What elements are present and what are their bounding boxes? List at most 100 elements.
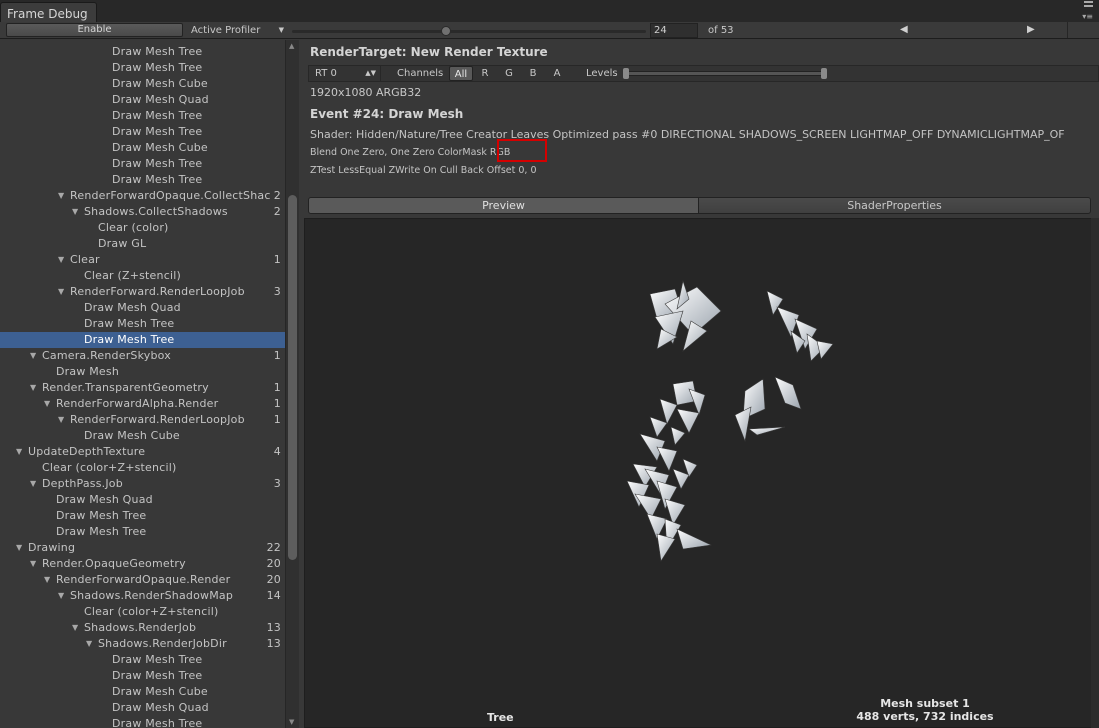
event-title: Event #24: Draw Mesh xyxy=(310,107,464,121)
expand-triangle-down-icon[interactable]: ▼ xyxy=(58,188,64,204)
tab-shader-properties[interactable]: ShaderProperties xyxy=(699,197,1091,214)
expand-triangle-down-icon[interactable]: ▼ xyxy=(30,476,36,492)
expand-triangle-down-icon[interactable]: ▼ xyxy=(30,348,36,364)
tree-row[interactable]: Draw Mesh Quad xyxy=(0,92,285,108)
next-event-button[interactable]: ▶ xyxy=(1027,22,1099,38)
tree-row[interactable]: Draw Mesh Tree xyxy=(0,652,285,668)
window-options-icon[interactable]: ▾≡ xyxy=(1082,12,1093,21)
tab-preview[interactable]: Preview xyxy=(308,197,699,214)
window-menu-icon[interactable] xyxy=(1081,1,1093,11)
tree-row[interactable]: Draw Mesh Tree xyxy=(0,60,285,76)
tab-frame-debug[interactable]: Frame Debug xyxy=(0,2,97,22)
tree-row-selected[interactable]: Draw Mesh Tree xyxy=(0,332,285,348)
tree-row[interactable]: Clear (color+Z+stencil) xyxy=(0,604,285,620)
tree-row[interactable]: Draw Mesh Cube xyxy=(0,428,285,444)
tree-row-label: Draw Mesh Quad xyxy=(84,301,181,314)
tree-row[interactable]: Draw Mesh Tree xyxy=(0,524,285,540)
event-slider-thumb[interactable] xyxy=(441,26,451,36)
expand-triangle-down-icon[interactable]: ▼ xyxy=(72,204,78,220)
render-target-toolbar: RT 0 ▲▼ Channels All R G B A Levels xyxy=(308,65,1099,82)
chevron-down-icon: ▼ xyxy=(278,26,284,34)
tree-row[interactable]: ▼ RenderForwardAlpha.Render 1 xyxy=(0,396,285,412)
tree-scrollbar[interactable]: ▲ ▼ xyxy=(285,40,299,728)
tree-row[interactable]: ▼ RenderForward.RenderLoopJob 3 xyxy=(0,284,285,300)
tree-row[interactable]: ▼ Camera.RenderSkybox 1 xyxy=(0,348,285,364)
tree-row[interactable]: ▼ RenderForwardOpaque.Render 20 xyxy=(0,572,285,588)
levels-min-handle[interactable] xyxy=(623,68,629,79)
previous-event-button[interactable]: ◀ xyxy=(740,22,1068,38)
tree-row[interactable]: Draw Mesh Quad xyxy=(0,492,285,508)
expand-triangle-down-icon[interactable]: ▼ xyxy=(58,284,64,300)
tree-row[interactable]: ▼ Clear 1 xyxy=(0,252,285,268)
tree-row[interactable]: Clear (color) xyxy=(0,220,285,236)
details-scrollbar[interactable] xyxy=(1091,218,1099,728)
window-tab-bar: Frame Debug ▾≡ xyxy=(0,0,1099,22)
scroll-up-icon[interactable]: ▲ xyxy=(289,42,294,50)
expand-triangle-down-icon[interactable]: ▼ xyxy=(72,620,78,636)
tree-row[interactable]: Draw Mesh Cube xyxy=(0,140,285,156)
tree-row[interactable]: Draw Mesh Tree xyxy=(0,172,285,188)
scroll-down-icon[interactable]: ▼ xyxy=(289,718,294,726)
expand-triangle-down-icon[interactable]: ▼ xyxy=(86,636,92,652)
tree-row-count: 1 xyxy=(273,413,281,426)
enable-button[interactable]: Enable xyxy=(6,23,183,37)
tree-row[interactable]: Draw Mesh Tree xyxy=(0,108,285,124)
channel-all-button[interactable]: All xyxy=(449,66,473,81)
expand-triangle-down-icon[interactable]: ▼ xyxy=(30,556,36,572)
tree-row[interactable]: ▼ RenderForward.RenderLoopJob 1 xyxy=(0,412,285,428)
tree-row[interactable]: Clear (Z+stencil) xyxy=(0,268,285,284)
tree-row[interactable]: Draw Mesh Tree xyxy=(0,156,285,172)
tree-row[interactable]: ▼ Shadows.RenderJob 13 xyxy=(0,620,285,636)
tree-row-count: 20 xyxy=(266,573,281,586)
event-slider[interactable] xyxy=(292,30,646,33)
tree-row[interactable]: Draw Mesh Tree xyxy=(0,508,285,524)
render-target-select[interactable]: RT 0 ▲▼ xyxy=(309,66,381,81)
expand-triangle-down-icon[interactable]: ▼ xyxy=(16,444,22,460)
tree-row-label: Draw Mesh Tree xyxy=(112,717,203,728)
tree-row[interactable]: ▼ RenderForwardOpaque.CollectShac 2 xyxy=(0,188,285,204)
channel-b-button[interactable]: B xyxy=(521,66,545,81)
tree-row[interactable]: ▼ Shadows.CollectShadows 2 xyxy=(0,204,285,220)
tree-scrollbar-thumb[interactable] xyxy=(288,195,297,560)
tree-row-label: Draw Mesh Tree xyxy=(112,45,203,58)
tree-row-label: Draw Mesh Tree xyxy=(112,125,203,138)
tree-row[interactable]: Clear (color+Z+stencil) xyxy=(0,460,285,476)
event-index-field[interactable]: 24 xyxy=(650,23,698,38)
tree-row-label: Draw GL xyxy=(98,237,147,250)
tree-row[interactable]: ▼ Drawing 22 xyxy=(0,540,285,556)
tree-row[interactable]: ▼ Shadows.RenderJobDir 13 xyxy=(0,636,285,652)
tree-row[interactable]: ▼ DepthPass.Job 3 xyxy=(0,476,285,492)
channel-g-button[interactable]: G xyxy=(497,66,521,81)
tree-row[interactable]: ▼ UpdateDepthTexture 4 xyxy=(0,444,285,460)
expand-triangle-down-icon[interactable]: ▼ xyxy=(58,252,64,268)
tree-row[interactable]: ▼ Render.OpaqueGeometry 20 xyxy=(0,556,285,572)
expand-triangle-down-icon[interactable]: ▼ xyxy=(30,380,36,396)
tree-row-label: Draw Mesh Quad xyxy=(112,701,209,714)
tree-row[interactable]: Draw Mesh xyxy=(0,364,285,380)
tree-row-label: Drawing xyxy=(28,541,76,554)
expand-triangle-down-icon[interactable]: ▼ xyxy=(16,540,22,556)
expand-triangle-down-icon[interactable]: ▼ xyxy=(58,412,64,428)
tree-row[interactable]: ▼ Render.TransparentGeometry 1 xyxy=(0,380,285,396)
tree-row[interactable]: Draw Mesh Tree xyxy=(0,44,285,60)
levels-max-handle[interactable] xyxy=(821,68,827,79)
channel-a-button[interactable]: A xyxy=(545,66,569,81)
tree-row[interactable]: Draw Mesh Tree xyxy=(0,316,285,332)
tree-row[interactable]: Draw Mesh Cube xyxy=(0,684,285,700)
expand-triangle-down-icon[interactable]: ▼ xyxy=(44,572,50,588)
tree-row[interactable]: Draw Mesh Quad xyxy=(0,700,285,716)
channel-r-button[interactable]: R xyxy=(473,66,497,81)
tree-row[interactable]: ▼ Shadows.RenderShadowMap 14 xyxy=(0,588,285,604)
mesh-preview[interactable]: Tree Mesh subset 1 488 verts, 732 indice… xyxy=(304,218,1096,728)
tree-row[interactable]: Draw Mesh Cube xyxy=(0,76,285,92)
tree-row[interactable]: Draw Mesh Tree xyxy=(0,124,285,140)
tree-row[interactable]: Draw GL xyxy=(0,236,285,252)
tree-row[interactable]: Draw Mesh Tree xyxy=(0,716,285,728)
active-profiler-dropdown[interactable]: Active Profiler ▼ xyxy=(186,23,286,38)
tree-row[interactable]: Draw Mesh Quad xyxy=(0,300,285,316)
tree-row[interactable]: Draw Mesh Tree xyxy=(0,668,285,684)
tree-row-label: DepthPass.Job xyxy=(42,477,123,490)
expand-triangle-down-icon[interactable]: ▼ xyxy=(58,588,64,604)
expand-triangle-down-icon[interactable]: ▼ xyxy=(44,396,50,412)
levels-range-slider[interactable] xyxy=(627,71,825,76)
